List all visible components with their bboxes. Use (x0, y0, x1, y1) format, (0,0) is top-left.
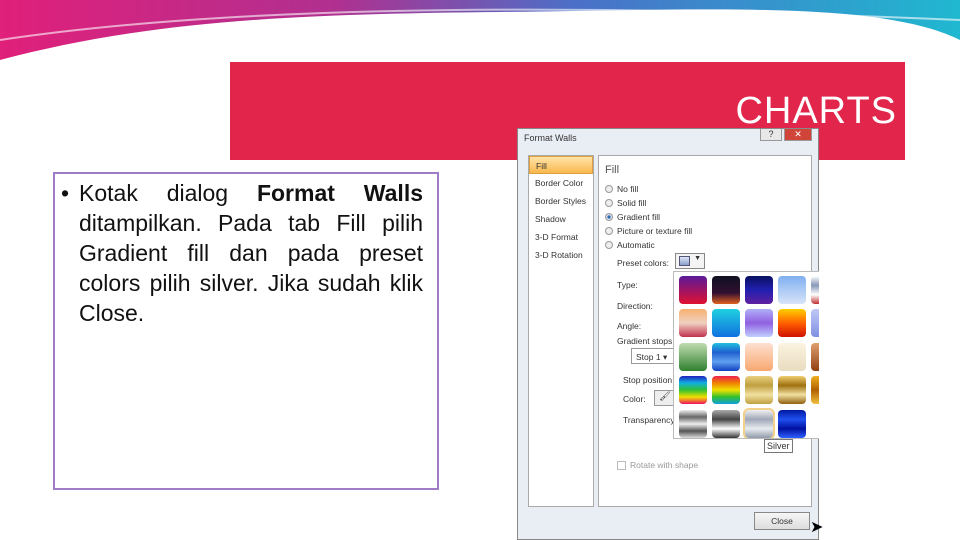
radio-automatic[interactable]: Automatic (605, 240, 655, 250)
nav-shadow[interactable]: Shadow (529, 210, 593, 228)
swatch[interactable] (778, 276, 806, 304)
text: ditampilkan. Pada tab Fill pilih (79, 210, 423, 236)
text: Kotak dialog (79, 180, 257, 206)
silver-tooltip: Silver (764, 439, 793, 453)
swatch[interactable] (712, 376, 740, 405)
bullet-textbox: • Kotak dialog Format Walls ditampilkan.… (53, 172, 439, 490)
close-icon[interactable]: ✕ (784, 129, 812, 141)
swatch[interactable] (811, 309, 819, 338)
swatch[interactable] (679, 309, 707, 338)
nav-3d-format[interactable]: 3-D Format (529, 228, 593, 246)
rotate-checkbox[interactable]: Rotate with shape (617, 460, 698, 470)
close-button[interactable]: Close (754, 512, 810, 530)
radio-solid-fill[interactable]: Solid fill (605, 198, 646, 208)
swatch-silver[interactable] (743, 407, 775, 438)
swatch[interactable] (811, 376, 819, 405)
nav-fill[interactable]: Fill (529, 156, 593, 174)
swatch[interactable] (745, 376, 773, 405)
swatch[interactable] (778, 376, 806, 405)
swatch[interactable] (712, 309, 740, 338)
nav-border-color[interactable]: Border Color (529, 174, 593, 192)
transparency-label: Transparency (623, 415, 675, 425)
swatch[interactable] (811, 342, 819, 371)
swatch[interactable] (745, 309, 773, 338)
bullet-icon: • (61, 180, 70, 206)
swatch[interactable] (679, 409, 707, 438)
gradient-stops-label: Gradient stops (617, 336, 673, 346)
mouse-cursor-icon: ➤ (810, 519, 824, 536)
color-label: Color: (623, 394, 646, 404)
type-label: Type: (617, 280, 638, 290)
fill-heading: Fill (605, 164, 620, 176)
angle-label: Angle: (617, 321, 642, 331)
decorative-swirl (0, 0, 960, 60)
swatch[interactable] (712, 276, 740, 304)
radio-no-fill[interactable]: No fill (605, 184, 638, 194)
radio-gradient-fill[interactable]: Gradient fill (605, 212, 660, 222)
swatch[interactable] (745, 276, 773, 304)
swatch[interactable] (778, 309, 806, 338)
help-button[interactable]: ? (760, 129, 782, 141)
radio-picture-fill[interactable]: Picture or texture fill (605, 226, 692, 236)
nav-3d-rotation[interactable]: 3-D Rotation (529, 246, 593, 264)
slide-title: CHARTS (735, 90, 897, 132)
preset-colors-dropdown[interactable]: ▼ (675, 253, 705, 269)
swatch[interactable] (745, 342, 773, 371)
chevron-down-icon: ▼ (694, 255, 701, 262)
text-bold: Format Walls (256, 180, 423, 206)
direction-label: Direction: (617, 301, 653, 311)
swatch[interactable] (679, 342, 707, 371)
swatch[interactable] (778, 409, 806, 438)
format-walls-dialog: Format Walls ? ✕ Fill Border Color Border… (517, 128, 819, 540)
swatch[interactable] (811, 276, 819, 304)
preset-gallery (673, 271, 819, 439)
swatch[interactable] (712, 409, 740, 438)
preset-colors-label: Preset colors: (617, 258, 669, 268)
swatch[interactable] (778, 342, 806, 371)
swatch[interactable] (679, 376, 707, 405)
nav-list: Fill Border Color Border Styles Shadow 3… (528, 155, 594, 507)
text: Gradient fill (79, 240, 210, 266)
nav-border-styles[interactable]: Border Styles (529, 192, 593, 210)
dialog-title: Format Walls (524, 133, 577, 143)
swatch[interactable] (679, 276, 707, 304)
swatch[interactable] (712, 342, 740, 371)
stop-position-label: Stop position: (623, 375, 675, 385)
stop-dropdown[interactable]: Stop 1 ▾ (631, 348, 675, 364)
